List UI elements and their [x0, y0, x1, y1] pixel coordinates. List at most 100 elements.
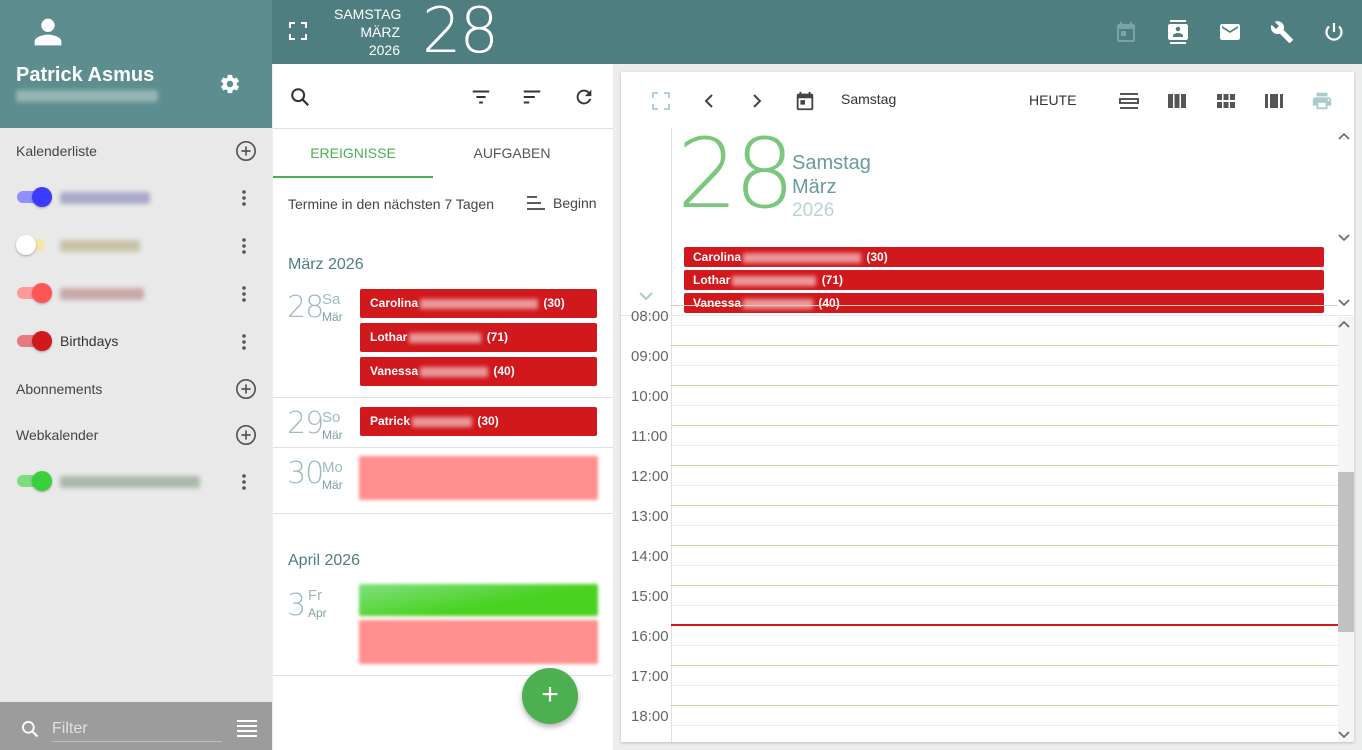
hour-label: 11:00	[631, 428, 668, 445]
sort-order-icon[interactable]	[527, 196, 545, 210]
scroll-down-icon[interactable]	[1337, 295, 1351, 309]
hour-row[interactable]: 11:00	[621, 425, 1338, 465]
event-age: (71)	[821, 273, 844, 287]
month-view-icon[interactable]	[1215, 90, 1237, 112]
tab-events[interactable]: EREIGNISSE	[273, 129, 433, 178]
day-group: 30 Mo Mär	[273, 448, 613, 514]
hour-label: 09:00	[631, 348, 669, 365]
hour-row[interactable]: 10:00	[621, 385, 1338, 425]
hour-row[interactable]: 14:00	[621, 545, 1338, 585]
event-item-redacted[interactable]	[359, 456, 598, 500]
day-view-icon[interactable]	[1118, 90, 1140, 112]
fullscreen-icon[interactable]	[289, 22, 307, 40]
hour-row[interactable]: 17:00	[621, 665, 1338, 705]
scrollbar-thumb[interactable]	[1338, 472, 1354, 632]
calendar-name-redacted	[60, 476, 200, 488]
calendar-picker-icon[interactable]	[794, 90, 816, 112]
event-item[interactable]: Vanessa (40)	[360, 357, 597, 386]
event-item[interactable]: Carolina (30)	[360, 289, 597, 318]
event-first-name: Patrick	[370, 414, 411, 428]
hour-row[interactable]: 18:00	[621, 705, 1338, 742]
hour-row[interactable]: 09:00	[621, 345, 1338, 385]
sort-label[interactable]: Beginn	[553, 195, 597, 211]
time-grid[interactable]: 08:00 09:00 10:00 11:00 12:00 13:00 14:00 15:00…	[621, 305, 1338, 742]
kebab-menu-icon[interactable]	[238, 236, 250, 256]
scroll-down-icon[interactable]	[1337, 727, 1351, 741]
day-month: Apr	[308, 606, 327, 620]
power-icon[interactable]	[1322, 20, 1346, 44]
user-avatar-icon[interactable]	[32, 16, 64, 48]
allday-event[interactable]: Lothar (71)	[684, 270, 1324, 290]
calendar-row-birthdays[interactable]: Birthdays	[0, 322, 272, 362]
wrench-icon[interactable]	[1270, 20, 1294, 44]
event-item[interactable]: Lothar (71)	[360, 323, 597, 352]
hour-label: 12:00	[631, 468, 669, 485]
scroll-up-icon[interactable]	[1337, 130, 1351, 144]
sort-icon[interactable]	[521, 86, 543, 108]
hour-row[interactable]: 12:00	[621, 465, 1338, 505]
kebab-menu-icon[interactable]	[238, 188, 250, 208]
user-panel: Patrick Asmus	[0, 0, 272, 128]
search-icon	[22, 721, 39, 738]
calendar-name-redacted	[60, 192, 150, 204]
hour-label: 17:00	[631, 668, 669, 685]
half-hour-line	[671, 365, 1338, 366]
add-calendar-icon[interactable]	[235, 140, 257, 162]
search-icon[interactable]	[289, 86, 311, 108]
scroll-up-icon[interactable]	[1337, 318, 1351, 332]
filter-bar	[0, 702, 272, 750]
refresh-icon[interactable]	[573, 86, 595, 108]
kebab-menu-icon[interactable]	[238, 332, 250, 352]
event-age: (30)	[866, 250, 888, 264]
month-heading: April 2026	[288, 552, 361, 569]
day-month: Mär	[322, 428, 343, 442]
top-bar: SAMSTAG MÄRZ 2026 28	[272, 0, 1362, 67]
hour-row[interactable]: 13:00	[621, 505, 1338, 545]
hour-label: 15:00	[631, 588, 669, 605]
tab-tasks[interactable]: AUFGABEN	[433, 129, 591, 178]
webcalendar-row[interactable]	[0, 462, 272, 502]
today-button[interactable]: HEUTE	[1029, 92, 1076, 108]
chevron-right-icon[interactable]	[746, 90, 768, 112]
calendar-icon[interactable]	[1114, 20, 1138, 44]
hour-label: 08:00	[631, 308, 669, 325]
allday-event[interactable]: Carolina (30)	[684, 247, 1324, 267]
event-item-redacted[interactable]	[359, 584, 598, 616]
event-item[interactable]: Patrick (30)	[360, 407, 597, 436]
hour-line	[671, 585, 1338, 586]
calendar-name-redacted	[60, 240, 140, 252]
filter-icon[interactable]	[470, 86, 492, 108]
kebab-menu-icon[interactable]	[238, 284, 250, 304]
gear-icon[interactable]	[219, 73, 241, 95]
list-icon[interactable]	[237, 719, 257, 737]
calendar-row[interactable]	[0, 274, 272, 314]
add-webcalendar-icon[interactable]	[235, 424, 257, 446]
fullscreen-icon[interactable]	[650, 90, 672, 112]
day-number: 29	[287, 406, 324, 441]
hour-line	[671, 505, 1338, 506]
event-item-redacted[interactable]	[359, 620, 598, 664]
calendar-row[interactable]	[0, 226, 272, 266]
calendar-name: Birthdays	[60, 333, 119, 349]
filter-input[interactable]	[52, 716, 222, 742]
collapse-allday-icon[interactable]	[637, 287, 655, 305]
contacts-icon[interactable]	[1166, 20, 1190, 44]
header-date: SAMSTAG MÄRZ 2026	[334, 5, 401, 59]
kebab-menu-icon[interactable]	[238, 472, 250, 492]
list-view-icon[interactable]	[1263, 90, 1285, 112]
hour-row[interactable]: 15:00	[621, 585, 1338, 625]
scroll-down-icon[interactable]	[1337, 230, 1351, 244]
day-header-month: März	[792, 176, 837, 198]
toggle-knob	[32, 331, 52, 351]
print-icon[interactable]	[1311, 90, 1333, 112]
hour-row[interactable]: 16:00	[621, 625, 1338, 665]
day-header-year: 2026	[792, 200, 835, 221]
hour-line	[671, 545, 1338, 546]
add-subscription-icon[interactable]	[235, 378, 257, 400]
calendar-row[interactable]	[0, 178, 272, 218]
week-view-icon[interactable]	[1166, 90, 1188, 112]
chevron-left-icon[interactable]	[698, 90, 720, 112]
mail-icon[interactable]	[1218, 20, 1242, 44]
hour-row[interactable]: 08:00	[621, 305, 1338, 345]
add-event-button[interactable]: +	[522, 668, 578, 724]
